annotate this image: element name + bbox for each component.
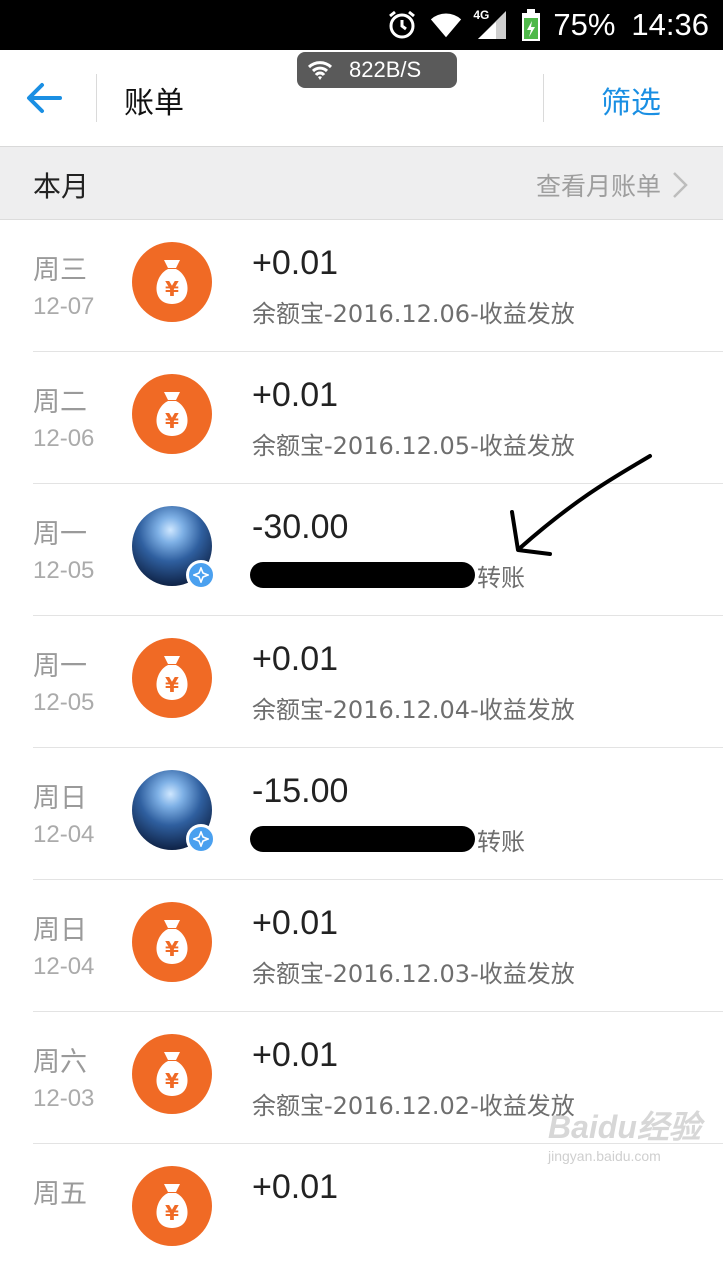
description-label: 余额宝-2016.12.06-收益发放: [252, 300, 575, 328]
money-bag-icon: ¥: [132, 638, 212, 718]
amount-label: +0.01: [252, 244, 339, 282]
description-label: 余额宝-2016.12.04-收益发放: [252, 696, 575, 724]
weekday-label: 周日: [33, 915, 87, 946]
description-label: 余额宝-2016.12.02-收益发放: [252, 1092, 575, 1120]
money-bag-icon: ¥: [132, 902, 212, 982]
verified-badge-icon: [186, 560, 216, 590]
network-type-label: 4G: [473, 8, 490, 22]
back-arrow-icon: [27, 83, 62, 113]
transaction-row[interactable]: 周日 12-04 -15.00 转账: [0, 748, 723, 880]
amount-label: +0.01: [252, 904, 339, 942]
amount-label: +0.01: [252, 1036, 339, 1074]
date-label: 12-04: [33, 821, 95, 848]
user-avatar: [132, 506, 216, 590]
date-label: 12-07: [33, 293, 95, 320]
money-bag-icon: ¥: [132, 1166, 212, 1246]
month-header: 本月 查看月账单: [0, 147, 723, 220]
amount-label: -15.00: [252, 772, 349, 810]
title-divider: [96, 74, 97, 122]
svg-text:¥: ¥: [165, 277, 179, 301]
date-label: 12-06: [33, 425, 95, 452]
battery-percent: 75%: [553, 7, 616, 42]
weekday-label: 周日: [33, 783, 87, 814]
watermark-logo: Baidu经验: [548, 1109, 701, 1145]
svg-text:¥: ¥: [165, 937, 179, 961]
redaction-mark: [250, 562, 475, 588]
watermark-url: jingyan.baidu.com: [548, 1148, 661, 1164]
date-label: 12-05: [33, 689, 95, 716]
amount-label: +0.01: [252, 640, 339, 678]
chevron-right-icon: [673, 172, 688, 198]
back-button[interactable]: [24, 78, 72, 118]
redaction-mark: [250, 826, 475, 852]
amount-label: -30.00: [252, 508, 349, 546]
description-label: 余额宝-2016.12.03-收益发放: [252, 960, 575, 988]
amount-label: +0.01: [252, 1168, 339, 1206]
wifi-icon: [429, 8, 463, 42]
weekday-label: 周三: [33, 255, 87, 286]
view-monthly-bill-link[interactable]: 查看月账单: [536, 167, 689, 203]
weekday-label: 周五: [33, 1179, 87, 1210]
net-speed-label: 822B/S: [349, 57, 422, 82]
filter-button[interactable]: 筛选: [601, 78, 661, 122]
page-title: 账单: [124, 86, 184, 121]
date-label: 12-04: [33, 953, 95, 980]
money-bag-icon: ¥: [132, 1034, 212, 1114]
amount-label: +0.01: [252, 376, 339, 414]
view-monthly-bill-label: 查看月账单: [535, 172, 661, 201]
status-bar: 4G 75% 14:36: [0, 0, 723, 50]
transaction-row[interactable]: 周三 12-07 ¥ +0.01 余额宝-2016.12.06-收益发放: [0, 220, 723, 352]
title-divider: [543, 74, 544, 122]
money-bag-icon: ¥: [132, 242, 212, 322]
alarm-icon: [385, 8, 419, 42]
annotation-arrow-icon: [510, 454, 652, 556]
user-avatar: [132, 770, 216, 854]
weekday-label: 周六: [33, 1047, 87, 1078]
status-icons: 4G 75% 14:36: [385, 0, 709, 50]
month-label: 本月: [33, 170, 90, 203]
wifi-icon: [307, 61, 333, 80]
svg-text:¥: ¥: [165, 673, 179, 697]
signal-4g-icon: 4G: [473, 8, 509, 42]
baidu-watermark: Baidu经验 jingyan.baidu.com: [548, 1102, 701, 1164]
verified-badge-icon: [186, 824, 216, 854]
date-label: 12-03: [33, 1085, 95, 1112]
weekday-label: 周一: [33, 651, 87, 682]
date-label: 12-05: [33, 557, 95, 584]
net-speed-badge: 822B/S: [297, 52, 457, 88]
svg-text:¥: ¥: [165, 409, 179, 433]
money-bag-icon: ¥: [132, 374, 212, 454]
battery-icon: [519, 8, 543, 42]
description-label: 转账: [477, 564, 525, 592]
transaction-row[interactable]: 周一 12-05 ¥ +0.01 余额宝-2016.12.04-收益发放: [0, 616, 723, 748]
svg-text:¥: ¥: [165, 1069, 179, 1093]
description-label: 转账: [477, 828, 525, 856]
weekday-label: 周二: [33, 387, 87, 418]
weekday-label: 周一: [33, 519, 87, 550]
clock-time: 14:36: [631, 7, 709, 42]
svg-text:¥: ¥: [165, 1201, 179, 1225]
transaction-row[interactable]: 周日 12-04 ¥ +0.01 余额宝-2016.12.03-收益发放: [0, 880, 723, 1012]
